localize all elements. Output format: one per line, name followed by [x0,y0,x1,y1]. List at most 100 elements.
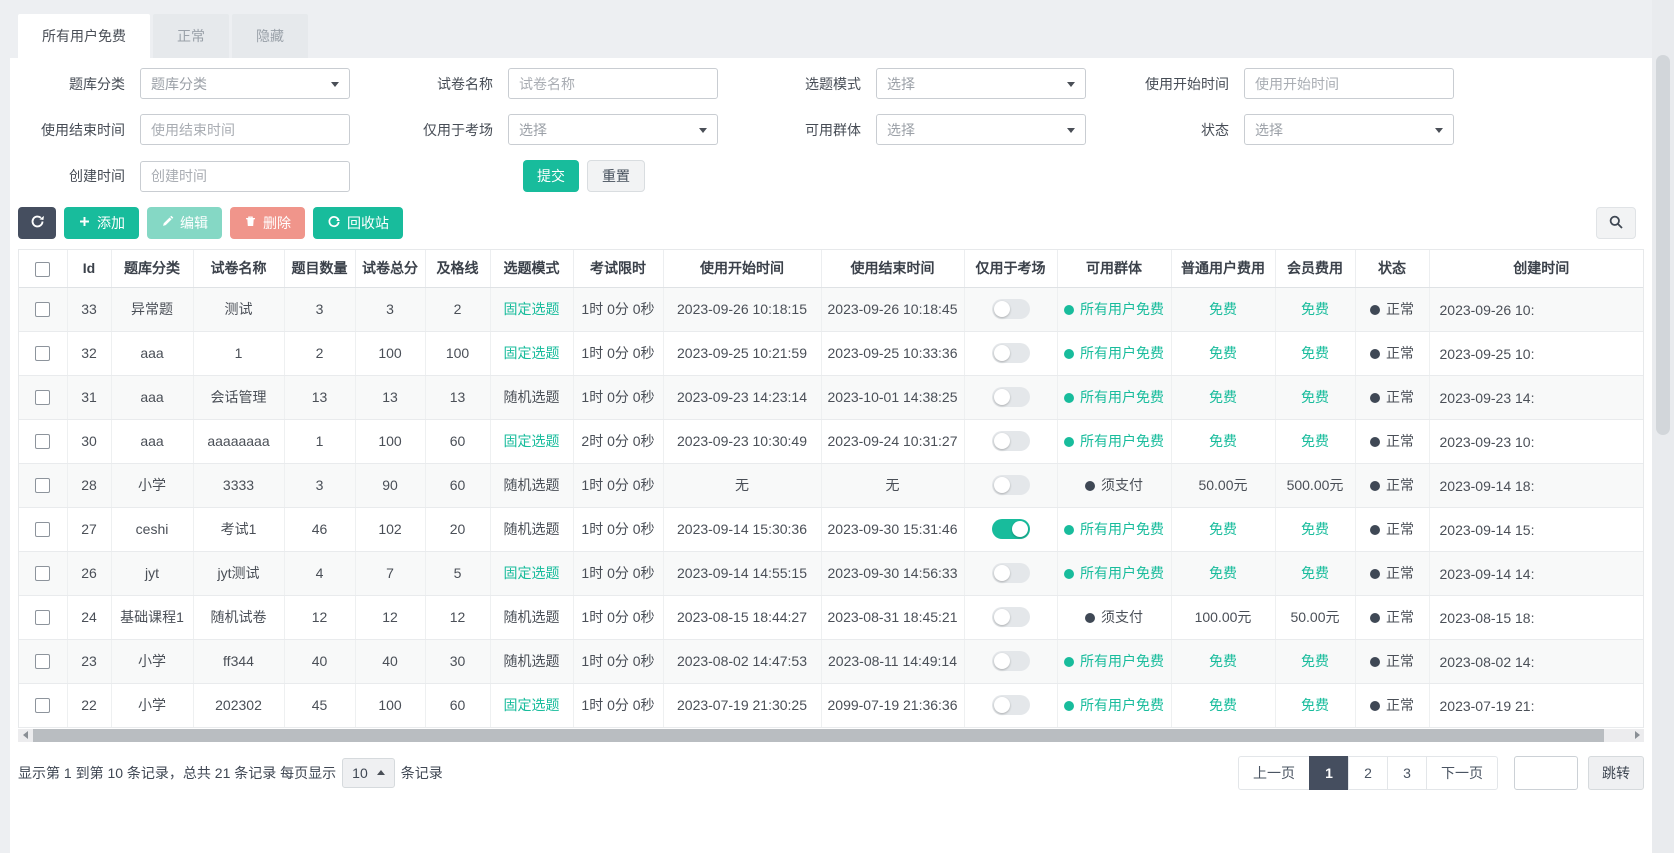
col-header-total[interactable]: 试卷总分 [355,250,425,287]
cell-end: 2023-09-25 10:33:36 [821,331,964,375]
exam-only-toggle[interactable] [992,343,1030,363]
exam-only-toggle[interactable] [992,299,1030,319]
cell-name: aaaaaaaa [193,419,284,463]
col-header-user_fee[interactable]: 普通用户费用 [1171,250,1275,287]
cell-id: 28 [67,463,111,507]
cell-status: 正常 [1355,683,1429,727]
category-select[interactable]: 题库分类 [140,68,350,99]
vertical-scrollbar-thumb[interactable] [1656,55,1670,435]
next-page-button[interactable]: 下一页 [1426,756,1498,790]
mode-link[interactable]: 固定选题 [504,345,560,361]
created-time-text: 2023-07-19 21: [1440,698,1535,714]
add-button[interactable]: 添加 [64,207,139,239]
cell-exam_only [964,463,1057,507]
row-checkbox[interactable] [35,478,50,493]
paper-name-input[interactable] [508,68,718,99]
page-size-select[interactable]: 10 [342,758,395,788]
col-header-mode[interactable]: 选题模式 [490,250,573,287]
recycle-bin-button[interactable]: 回收站 [313,207,403,239]
page-button-3[interactable]: 3 [1387,756,1427,790]
vertical-scrollbar[interactable] [1652,0,1674,853]
col-header-pass[interactable]: 及格线 [425,250,490,287]
cell-start: 2023-09-14 14:55:15 [663,551,821,595]
exam-only-toggle[interactable] [992,651,1030,671]
col-header-status[interactable]: 状态 [1355,250,1429,287]
row-checkbox[interactable] [35,434,50,449]
mode-select[interactable]: 选择 [876,68,1086,99]
cell-id: 23 [67,639,111,683]
row-checkbox[interactable] [35,698,50,713]
mode-link[interactable]: 固定选题 [504,301,560,317]
group-select[interactable]: 选择 [876,114,1086,145]
cell-qty: 40 [284,639,355,683]
col-header-group[interactable]: 可用群体 [1057,250,1171,287]
created-time-input[interactable] [140,161,350,192]
exam-only-toggle[interactable] [992,431,1030,451]
horizontal-scrollbar[interactable] [18,729,1644,742]
cell-qty: 4 [284,551,355,595]
delete-button[interactable]: 删除 [230,207,305,239]
col-header-category[interactable]: 题库分类 [111,250,193,287]
col-header-created[interactable]: 创建时间 [1429,250,1644,287]
row-checkbox[interactable] [35,610,50,625]
col-header-start[interactable]: 使用开始时间 [663,250,821,287]
exam-only-toggle[interactable] [992,519,1030,539]
scroll-left-arrow-icon[interactable] [18,729,32,742]
cell-start: 2023-09-23 10:30:49 [663,419,821,463]
col-header-limit[interactable]: 考试限时 [573,250,663,287]
tab-normal[interactable]: 正常 [153,14,229,58]
tab-hidden[interactable]: 隐藏 [232,14,308,58]
row-checkbox[interactable] [35,346,50,361]
search-button[interactable] [1596,207,1636,239]
col-header-exam_only[interactable]: 仅用于考场 [964,250,1057,287]
col-header-member_fee[interactable]: 会员费用 [1275,250,1355,287]
exam-only-toggle[interactable] [992,475,1030,495]
cell-mode: 随机选题 [490,595,573,639]
row-checkbox[interactable] [35,390,50,405]
row-checkbox[interactable] [35,654,50,669]
exam-only-toggle[interactable] [992,563,1030,583]
col-header-qty[interactable]: 题目数量 [284,250,355,287]
cell-category: 基础课程1 [111,595,193,639]
start-time-input[interactable] [1244,68,1454,99]
page-button-1[interactable]: 1 [1309,756,1349,790]
cell-created: 2023-09-23 10: [1429,419,1644,463]
row-checkbox[interactable] [35,302,50,317]
refresh-button[interactable] [18,207,56,239]
cell-qty: 2 [284,331,355,375]
select-all-checkbox[interactable] [35,262,50,277]
row-checkbox[interactable] [35,566,50,581]
horizontal-scrollbar-thumb[interactable] [33,729,1604,742]
exam-only-select[interactable]: 选择 [508,114,718,145]
col-header-name[interactable]: 试卷名称 [193,250,284,287]
status-select[interactable]: 选择 [1244,114,1454,145]
row-checkbox[interactable] [35,522,50,537]
jump-page-input[interactable] [1514,756,1578,790]
col-header-end[interactable]: 使用结束时间 [821,250,964,287]
exam-only-select-value: 选择 [519,120,547,140]
mode-link[interactable]: 固定选题 [504,433,560,449]
submit-button[interactable]: 提交 [523,160,579,192]
tab-all-users-free[interactable]: 所有用户免费 [18,14,150,58]
exam-only-toggle[interactable] [992,607,1030,627]
jump-button[interactable]: 跳转 [1588,756,1644,790]
scroll-right-arrow-icon[interactable] [1630,729,1644,742]
cell-sel [19,683,67,727]
end-time-input[interactable] [140,114,350,145]
cell-total: 90 [355,463,425,507]
col-header-id[interactable]: Id [67,250,111,287]
member-fee-text: 500.00元 [1287,477,1344,493]
prev-page-button[interactable]: 上一页 [1238,756,1310,790]
filter-label-end-time: 使用结束时间 [10,120,140,140]
exam-only-toggle[interactable] [992,695,1030,715]
cell-user_fee: 免费 [1171,551,1275,595]
page-button-2[interactable]: 2 [1348,756,1388,790]
mode-link[interactable]: 固定选题 [504,565,560,581]
reset-button[interactable]: 重置 [587,160,645,192]
table-row: 30aaaaaaaaaaa110060固定选题2时 0分 0秒2023-09-2… [19,419,1644,463]
mode-link[interactable]: 固定选题 [504,697,560,713]
cell-exam_only [964,639,1057,683]
cell-sel [19,507,67,551]
edit-button[interactable]: 编辑 [147,207,222,239]
exam-only-toggle[interactable] [992,387,1030,407]
